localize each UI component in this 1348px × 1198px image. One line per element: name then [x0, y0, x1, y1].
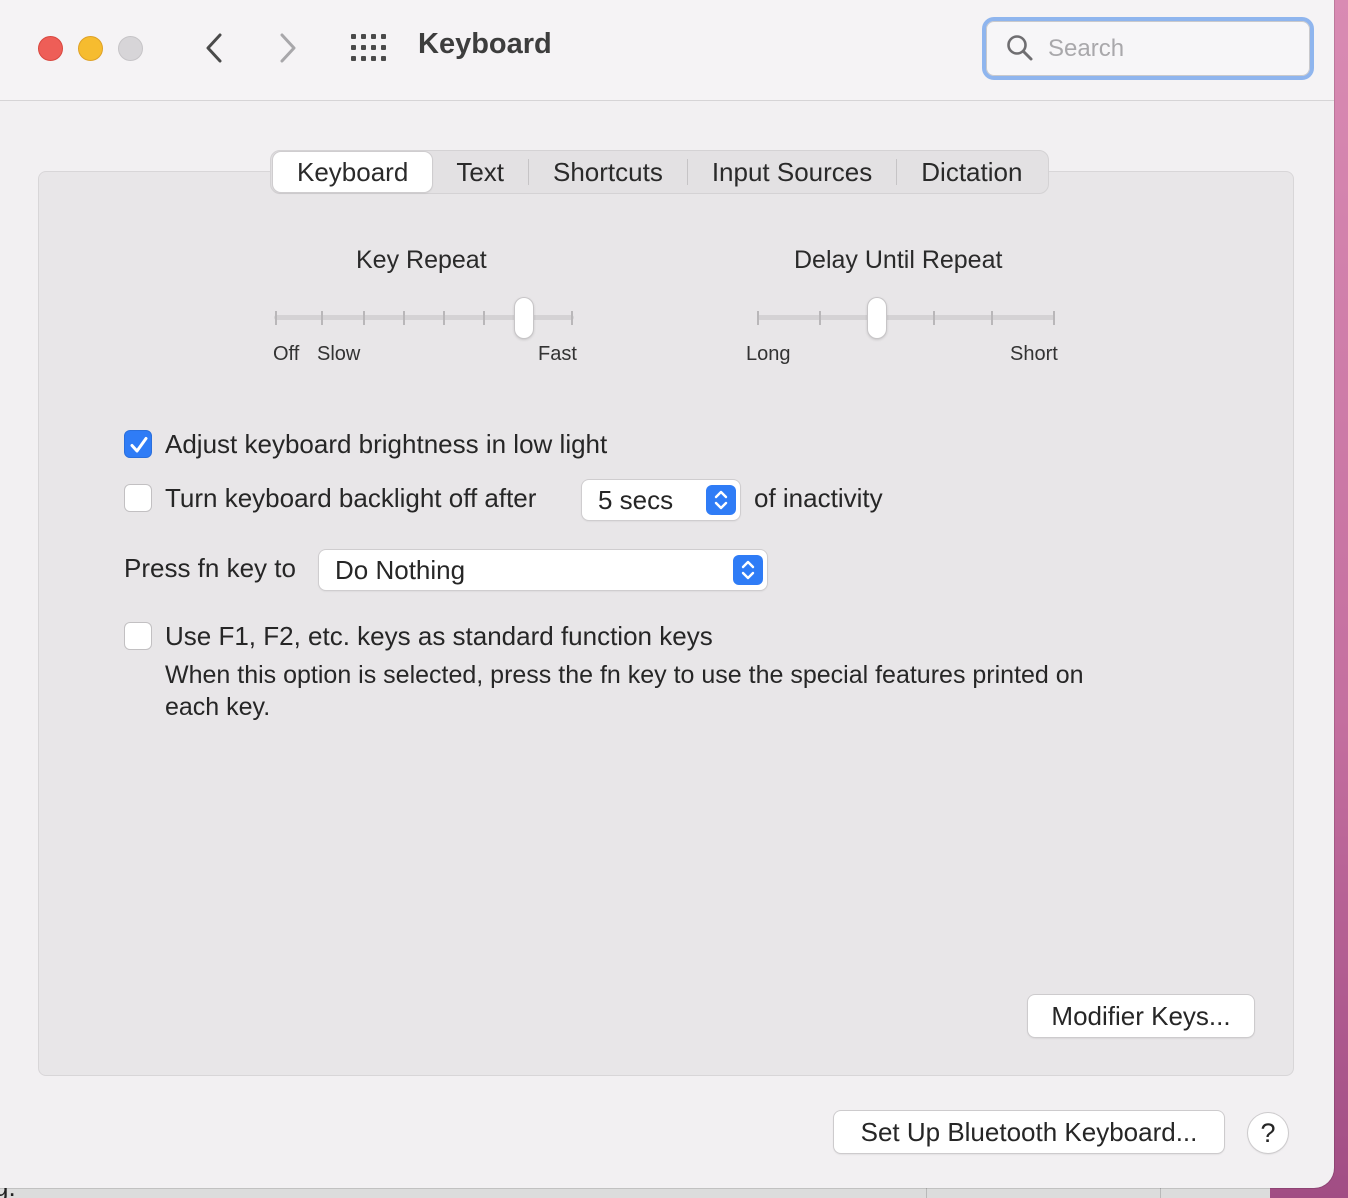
function-keys-description: When this option is selected, press the …: [165, 661, 1084, 689]
show-all-button[interactable]: [350, 32, 390, 64]
delay-until-repeat-slider[interactable]: [757, 315, 1055, 320]
delay-short-label: Short: [1010, 343, 1058, 365]
key-repeat-title: Key Repeat: [356, 246, 487, 274]
adjust-brightness-checkbox[interactable]: [124, 430, 152, 458]
fn-key-action-value: Do Nothing: [335, 555, 466, 585]
fn-key-action-popup[interactable]: Do Nothing: [319, 550, 767, 590]
backlight-off-checkbox[interactable]: [124, 484, 152, 512]
checkmark-icon: [130, 437, 148, 453]
chevron-right-icon: [280, 33, 296, 63]
function-keys-description-cont: each key.: [165, 693, 271, 721]
slider-tick: [363, 311, 365, 325]
tab-bar: Keyboard Text Shortcuts Input Sources Di…: [270, 150, 1050, 194]
inactivity-suffix: of inactivity: [754, 483, 883, 513]
tab-keyboard[interactable]: Keyboard: [273, 152, 433, 192]
bluetooth-keyboard-button[interactable]: Set Up Bluetooth Keyboard...: [834, 1111, 1224, 1153]
delay-long-label: Long: [746, 343, 791, 365]
chevron-left-icon: [206, 33, 222, 63]
zoom-button[interactable]: [118, 36, 143, 61]
slider-tick: [991, 311, 993, 325]
key-repeat-knob[interactable]: [515, 298, 533, 338]
function-keys-checkbox[interactable]: [124, 622, 152, 650]
backlight-timeout-popup[interactable]: 5 secs: [582, 480, 740, 520]
minimize-button[interactable]: [78, 36, 103, 61]
backlight-timeout-value: 5 secs: [598, 485, 674, 515]
fn-key-label: Press fn key to: [124, 553, 296, 583]
slider-tick: [275, 311, 277, 325]
chevron-updown-icon: [706, 485, 736, 515]
search-placeholder: Search: [1048, 35, 1125, 62]
slider-tick: [443, 311, 445, 325]
key-repeat-off-label: Off: [273, 343, 300, 365]
adjust-brightness-label: Adjust keyboard brightness in low light: [165, 429, 608, 459]
keyboard-preferences-window: Keyboard Search Keyboard Text Shortcuts …: [0, 0, 1334, 1188]
tab-text[interactable]: Text: [432, 152, 528, 192]
back-button[interactable]: [194, 26, 234, 70]
slider-tick: [403, 311, 405, 325]
function-keys-label: Use F1, F2, etc. keys as standard functi…: [165, 621, 713, 651]
key-repeat-fast-label: Fast: [538, 343, 577, 365]
slider-tick: [933, 311, 935, 325]
tab-input-sources[interactable]: Input Sources: [688, 152, 896, 192]
key-repeat-slow-label: Slow: [317, 343, 361, 365]
slider-tick: [757, 311, 759, 325]
modifier-keys-button[interactable]: Modifier Keys...: [1028, 995, 1254, 1037]
slider-tick: [483, 311, 485, 325]
chevron-updown-icon: [733, 555, 763, 585]
delay-until-repeat-title: Delay Until Repeat: [794, 246, 1003, 274]
slider-tick: [571, 311, 573, 325]
tab-shortcuts[interactable]: Shortcuts: [529, 152, 687, 192]
tab-dictation[interactable]: Dictation: [897, 152, 1046, 192]
close-button[interactable]: [38, 36, 63, 61]
forward-button[interactable]: [268, 26, 308, 70]
slider-tick: [1053, 311, 1055, 325]
title-bar: Keyboard Search: [0, 0, 1334, 101]
window-title: Keyboard: [418, 28, 552, 60]
help-button[interactable]: ?: [1248, 1113, 1288, 1153]
slider-tick: [819, 311, 821, 325]
slider-tick: [321, 311, 323, 325]
delay-until-repeat-knob[interactable]: [868, 298, 886, 338]
grid-icon: [351, 34, 386, 61]
backlight-off-label: Turn keyboard backlight off after: [165, 483, 537, 513]
search-icon: [1007, 35, 1033, 61]
search-field[interactable]: Search: [982, 17, 1314, 80]
